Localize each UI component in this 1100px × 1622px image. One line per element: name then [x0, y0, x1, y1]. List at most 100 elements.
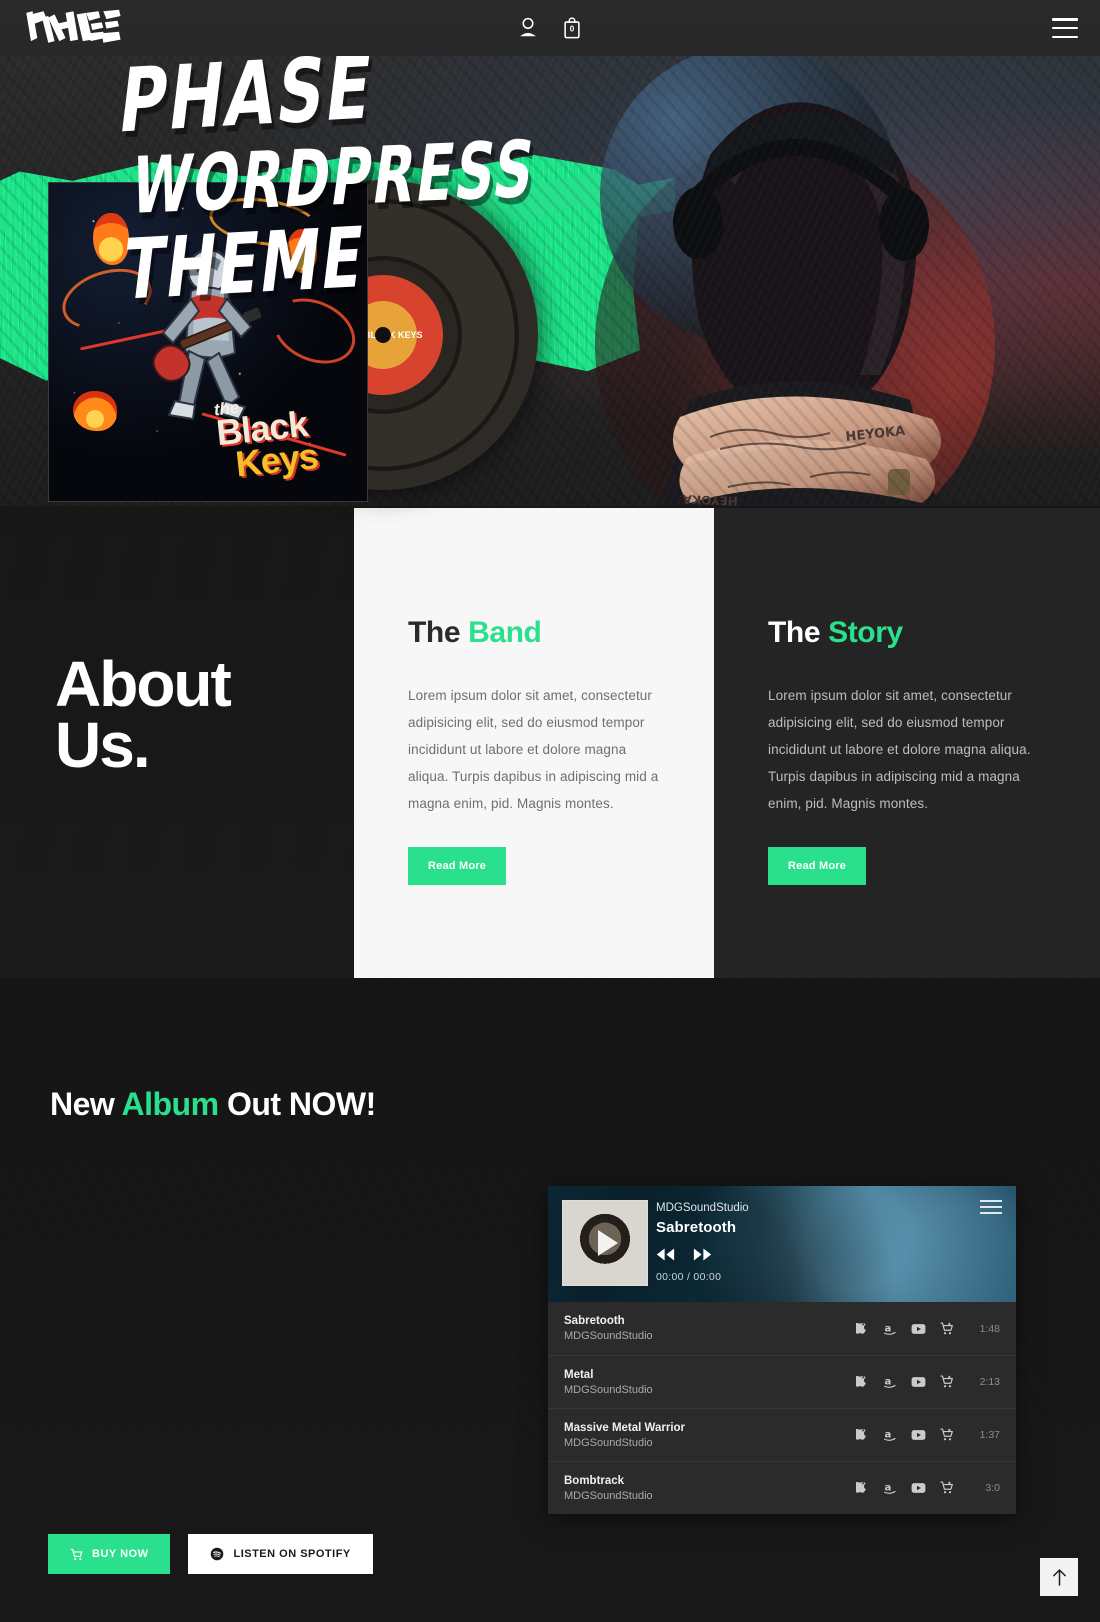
amazon-icon[interactable]: a	[883, 1322, 897, 1336]
hero-title: PHASE WORDPRESS THEME	[114, 35, 600, 328]
svg-text:HEYOKA: HEYOKA	[845, 424, 906, 445]
album-title-accent: Album	[121, 1086, 220, 1122]
scroll-to-top-button[interactable]	[1040, 1558, 1078, 1596]
band-heading-accent: Band	[468, 616, 542, 649]
track-info: Sabretooth MDGSoundStudio	[564, 1315, 856, 1342]
about-section: About Us. The Band Lorem ipsum dolor sit…	[0, 506, 1100, 992]
band-heading-plain: The	[408, 616, 469, 649]
now-playing-title: Sabretooth	[656, 1219, 737, 1236]
track-info: Metal MDGSoundStudio	[564, 1369, 856, 1396]
cover-flame-3	[73, 391, 117, 431]
svg-text:a: a	[885, 1482, 892, 1493]
youtube-icon[interactable]	[911, 1323, 926, 1335]
play-icon[interactable]	[598, 1230, 618, 1256]
amazon-icon[interactable]: a	[883, 1375, 897, 1389]
track-store-icons: a	[856, 1322, 954, 1336]
band-read-more-button[interactable]: Read More	[408, 847, 507, 885]
music-player: MDGSoundStudio Sabretooth 00:00 / 00:00 …	[548, 1186, 1016, 1514]
player-controls	[656, 1247, 749, 1262]
about-card-band: The Band Lorem ipsum dolor sit amet, con…	[354, 508, 714, 980]
story-heading-plain: The	[768, 616, 829, 649]
burger-bar-3	[1052, 35, 1078, 38]
burger-bar-2	[1052, 26, 1078, 30]
track-store-icons: a	[856, 1481, 954, 1495]
track-list: Sabretooth MDGSoundStudio a 1:48 Metal MDGSou…	[548, 1302, 1016, 1514]
track-artist: MDGSoundStudio	[564, 1383, 653, 1396]
track-info: Massive Metal Warrior MDGSoundStudio	[564, 1422, 856, 1449]
cart-icon[interactable]	[940, 1322, 954, 1336]
playlist-menu-icon[interactable]	[980, 1200, 1002, 1214]
track-duration: 3:0	[985, 1482, 1000, 1494]
spotify-icon	[211, 1547, 224, 1561]
album-action-buttons: BUY NOW LISTEN ON SPOTIFY	[48, 1534, 373, 1574]
track-duration: 2:13	[979, 1376, 1000, 1388]
cover-band-text: the Black Keys	[213, 388, 361, 484]
svg-text:a: a	[885, 1429, 892, 1440]
cart-count-badge: 0	[569, 24, 575, 34]
cart-icon[interactable]	[940, 1428, 954, 1442]
about-title: About Us.	[55, 652, 232, 777]
player-time-display: 00:00 / 00:00	[656, 1271, 722, 1283]
band-card-heading: The Band	[408, 616, 660, 650]
apple-icon[interactable]	[856, 1375, 869, 1389]
buy-now-button[interactable]: BUY NOW	[48, 1534, 171, 1574]
arrow-up-icon	[1052, 1568, 1066, 1586]
track-row[interactable]: Massive Metal Warrior MDGSoundStudio a 1:37	[548, 1408, 1016, 1461]
track-title: Metal	[564, 1368, 594, 1381]
track-row[interactable]: Bombtrack MDGSoundStudio a 3:0	[548, 1461, 1016, 1514]
track-store-icons: a	[856, 1375, 954, 1389]
amazon-icon[interactable]: a	[883, 1428, 897, 1442]
hero-title-line-3: THEME	[118, 209, 371, 320]
site-logo[interactable]	[20, 4, 130, 50]
svg-text:a: a	[885, 1376, 892, 1387]
cart-icon-wrapper[interactable]: 0	[561, 15, 583, 41]
cart-icon[interactable]	[940, 1481, 954, 1495]
spotify-label: LISTEN ON SPOTIFY	[233, 1548, 351, 1560]
band-card-body: Lorem ipsum dolor sit amet, consectetur …	[408, 688, 659, 811]
person-icon[interactable]	[517, 15, 539, 41]
youtube-icon[interactable]	[911, 1482, 926, 1494]
about-title-line-2: Us.	[55, 708, 151, 781]
burger-bar-1	[1052, 18, 1078, 21]
hamburger-menu-icon[interactable]	[1052, 18, 1078, 38]
now-playing-meta: MDGSoundStudio Sabretooth 00:00 / 00:00	[656, 1202, 749, 1283]
album-title-part-a: New	[50, 1086, 122, 1122]
track-title: Massive Metal Warrior	[564, 1421, 686, 1434]
header-icon-group: 0	[517, 15, 583, 41]
listen-on-spotify-button[interactable]: LISTEN ON SPOTIFY	[188, 1534, 373, 1574]
playlist-menu-bar-1	[980, 1200, 1002, 1202]
now-playing-artwork[interactable]	[562, 1200, 648, 1286]
track-row[interactable]: Metal MDGSoundStudio a 2:13	[548, 1355, 1016, 1408]
cart-icon[interactable]	[940, 1375, 954, 1389]
amazon-icon[interactable]: a	[883, 1481, 897, 1495]
player-now-playing: MDGSoundStudio Sabretooth 00:00 / 00:00	[548, 1186, 1016, 1302]
youtube-icon[interactable]	[911, 1429, 926, 1441]
playlist-menu-bar-2	[980, 1206, 1002, 1208]
apple-icon[interactable]	[856, 1322, 869, 1336]
playlist-menu-bar-3	[980, 1212, 1002, 1214]
svg-text:a: a	[885, 1323, 892, 1334]
story-heading-accent: Story	[828, 616, 903, 649]
track-title: Bombtrack	[564, 1474, 625, 1487]
album-title-part-b: Out NOW!	[218, 1086, 376, 1122]
track-row[interactable]: Sabretooth MDGSoundStudio a 1:48	[548, 1302, 1016, 1355]
track-title: Sabretooth	[564, 1315, 625, 1327]
buy-now-label: BUY NOW	[92, 1548, 149, 1560]
story-read-more-button[interactable]: Read More	[768, 847, 867, 885]
track-artist: MDGSoundStudio	[564, 1489, 653, 1502]
album-section-title: New Album Out NOW!	[50, 1086, 376, 1123]
track-duration: 1:37	[979, 1429, 1000, 1441]
track-artist: MDGSoundStudio	[564, 1436, 653, 1449]
story-card-heading: The Story	[768, 616, 1046, 650]
apple-icon[interactable]	[856, 1428, 869, 1442]
skip-previous-icon[interactable]	[656, 1247, 675, 1262]
track-duration: 1:48	[979, 1322, 1000, 1335]
skip-next-icon[interactable]	[693, 1247, 712, 1262]
story-card-body: Lorem ipsum dolor sit amet, consectetur …	[768, 688, 1031, 811]
about-card-story: The Story Lorem ipsum dolor sit amet, co…	[714, 508, 1100, 980]
track-artist: MDGSoundStudio	[564, 1330, 653, 1342]
track-info: Bombtrack MDGSoundStudio	[564, 1475, 856, 1502]
apple-icon[interactable]	[856, 1481, 869, 1495]
site-header: 0	[0, 0, 1100, 56]
youtube-icon[interactable]	[911, 1376, 926, 1388]
